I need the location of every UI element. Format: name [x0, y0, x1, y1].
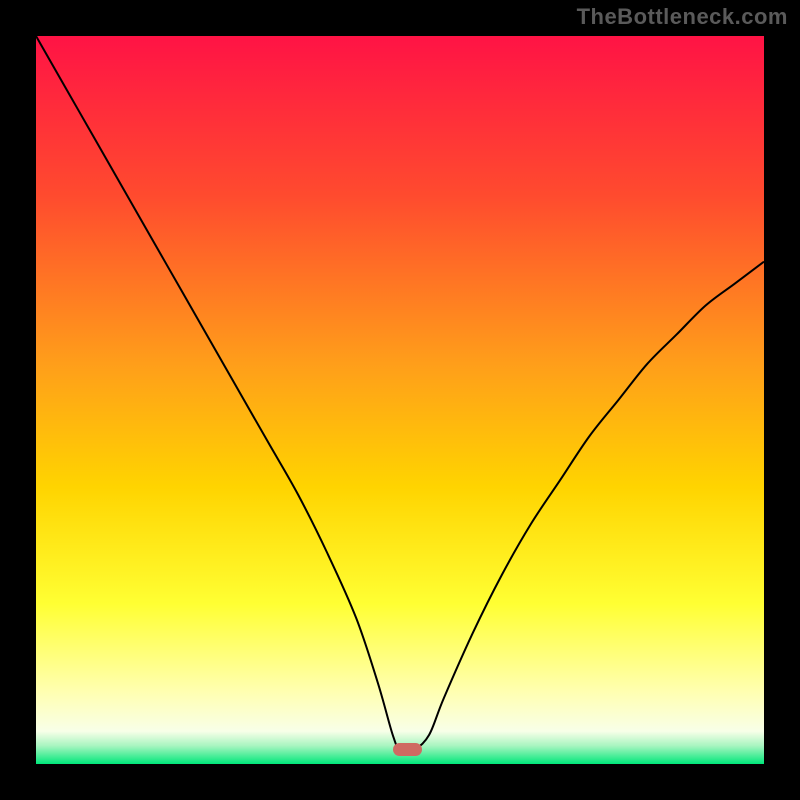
watermark-text: TheBottleneck.com: [577, 4, 788, 30]
chart-svg: [36, 36, 764, 764]
optimal-range-marker: [393, 743, 422, 756]
chart-frame: TheBottleneck.com: [0, 0, 800, 800]
plot-area: [36, 36, 764, 764]
gradient-background: [36, 36, 764, 764]
